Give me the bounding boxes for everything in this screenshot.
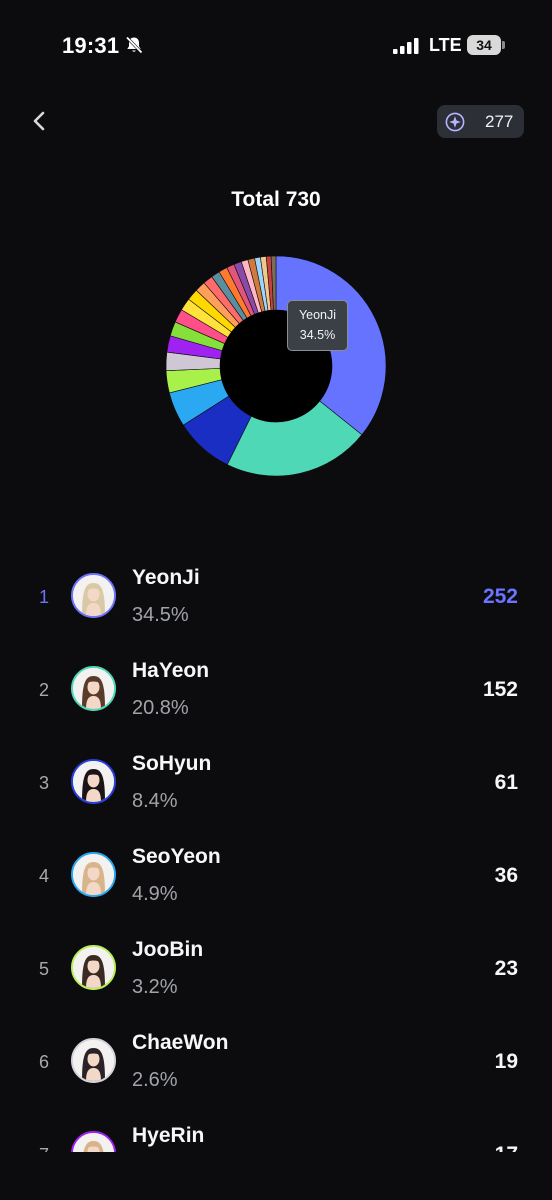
total-title: Total 730 <box>231 188 321 211</box>
avatar-portrait <box>73 1133 114 1152</box>
avatar-portrait <box>73 761 114 802</box>
avatar-portrait <box>73 575 114 616</box>
vote-count: 252 <box>482 585 518 608</box>
avatar-portrait <box>73 854 114 895</box>
tooltip-percent: 34.5% <box>299 328 336 342</box>
cellular-signal-icon <box>393 38 419 54</box>
battery-level: 34 <box>476 37 492 53</box>
ranking-row[interactable]: 2 HaYeon 20.8% 152 <box>0 643 552 736</box>
member-percent: 2.6% <box>132 1069 178 1091</box>
rank-number: 4 <box>38 866 49 886</box>
vote-count: 36 <box>494 864 518 887</box>
ranking-list: 1 YeonJi 34.5% 252 2 HaYeon 20.8% 152 3 SoHyun 8.4… <box>0 550 552 1152</box>
donut-chart-svg <box>165 255 387 477</box>
rank-number: 1 <box>38 587 49 607</box>
rank-number: 2 <box>38 680 49 700</box>
status-time: 19:31 <box>62 33 120 58</box>
status-bar: 19:31 LTE 34 <box>0 0 552 90</box>
vote-count: 152 <box>482 678 518 701</box>
member-percent: 34.5% <box>132 604 189 626</box>
vote-count: 23 <box>494 957 518 980</box>
vote-count: 61 <box>494 771 518 794</box>
ranking-row[interactable]: 3 SoHyun 8.4% 61 <box>0 736 552 829</box>
member-name: HaYeon <box>132 659 210 682</box>
member-name: JooBin <box>132 938 204 961</box>
network-type: LTE <box>429 35 462 55</box>
member-name: HyeRin <box>132 1124 205 1147</box>
rank-number: 7 <box>34 1145 54 1152</box>
compass-star-icon <box>445 112 465 132</box>
member-name: SeoYeon <box>132 845 221 868</box>
member-percent: 4.9% <box>132 883 178 905</box>
ranking-row[interactable]: 7 HyeRin 17 <box>0 1108 552 1152</box>
ranking-row[interactable]: 1 YeonJi 34.5% 252 <box>0 550 552 643</box>
avatar <box>71 759 116 804</box>
points-badge[interactable]: 277 <box>437 105 524 138</box>
ranking-row[interactable]: 5 JooBin 3.2% 23 <box>0 922 552 1015</box>
ranking-row[interactable]: 4 SeoYeon 4.9% 36 <box>0 829 552 922</box>
ranking-row[interactable]: 6 ChaeWon 2.6% 19 <box>0 1015 552 1108</box>
rank-number: 5 <box>38 959 49 979</box>
back-button[interactable] <box>22 104 56 138</box>
chevron-left-icon <box>33 111 45 131</box>
member-percent: 3.2% <box>132 976 178 998</box>
avatar <box>71 945 116 990</box>
chart-tooltip: YeonJi 34.5% <box>287 300 348 351</box>
rank-number: 6 <box>38 1052 49 1072</box>
avatar-portrait <box>73 668 114 709</box>
donut-chart[interactable] <box>164 254 388 478</box>
avatar <box>71 573 116 618</box>
avatar <box>71 1038 116 1083</box>
vote-count: 19 <box>494 1050 518 1073</box>
avatar <box>71 852 116 897</box>
avatar <box>71 666 116 711</box>
points-value: 277 <box>485 112 514 131</box>
battery-icon: 34 <box>467 35 505 55</box>
bell-muted-icon <box>125 36 143 54</box>
vote-count: 17 <box>495 1143 518 1152</box>
member-percent: 20.8% <box>132 697 189 719</box>
member-name: ChaeWon <box>132 1031 229 1054</box>
member-percent: 8.4% <box>132 790 178 812</box>
avatar-portrait <box>73 947 114 988</box>
avatar-portrait <box>73 1040 114 1081</box>
avatar <box>71 1131 116 1152</box>
member-name: SoHyun <box>132 752 212 775</box>
member-name: YeonJi <box>132 566 200 589</box>
tooltip-name: YeonJi <box>298 308 337 322</box>
rank-number: 3 <box>38 773 49 793</box>
